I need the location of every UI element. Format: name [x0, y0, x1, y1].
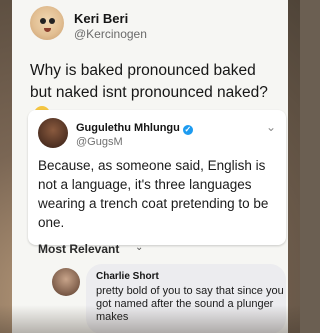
quoted-author-avatar[interactable] — [38, 118, 68, 148]
quoted-author-name[interactable]: Gugulethu Mhlungu — [76, 122, 180, 134]
author-handle[interactable]: @Kercinogen — [74, 27, 147, 41]
quoted-author-name-row[interactable]: Gugulethu Mhlungu ✓ — [76, 122, 193, 135]
comment-author-name[interactable]: Charlie Short — [96, 271, 159, 282]
avatar-eye — [49, 18, 55, 24]
avatar-mouth — [44, 28, 51, 32]
comment-author-avatar[interactable] — [52, 268, 80, 296]
avatar-eye — [40, 18, 46, 24]
author-avatar[interactable] — [30, 6, 64, 40]
quoted-tweet[interactable]: Gugulethu Mhlungu ✓ @GugsM ⌄ Because, as … — [28, 110, 286, 245]
verified-badge-icon: ✓ — [182, 125, 193, 135]
author-name[interactable]: Keri Beri — [74, 11, 128, 26]
quoted-tweet-text: Because, as someone said, English is not… — [38, 158, 269, 230]
comment-sort-label[interactable]: Most Relevant — [38, 242, 119, 256]
photo-edge-shadow — [0, 305, 300, 333]
chevron-down-icon[interactable]: ⌄ — [266, 120, 276, 134]
chevron-down-icon[interactable]: ⌄ — [135, 242, 143, 253]
post-card: Keri Beri @Kercinogen Why is baked prono… — [12, 0, 288, 333]
quoted-author-handle[interactable]: @GugsM — [76, 136, 123, 148]
tweet-text-content: Why is baked pronounced baked but naked … — [30, 62, 268, 101]
